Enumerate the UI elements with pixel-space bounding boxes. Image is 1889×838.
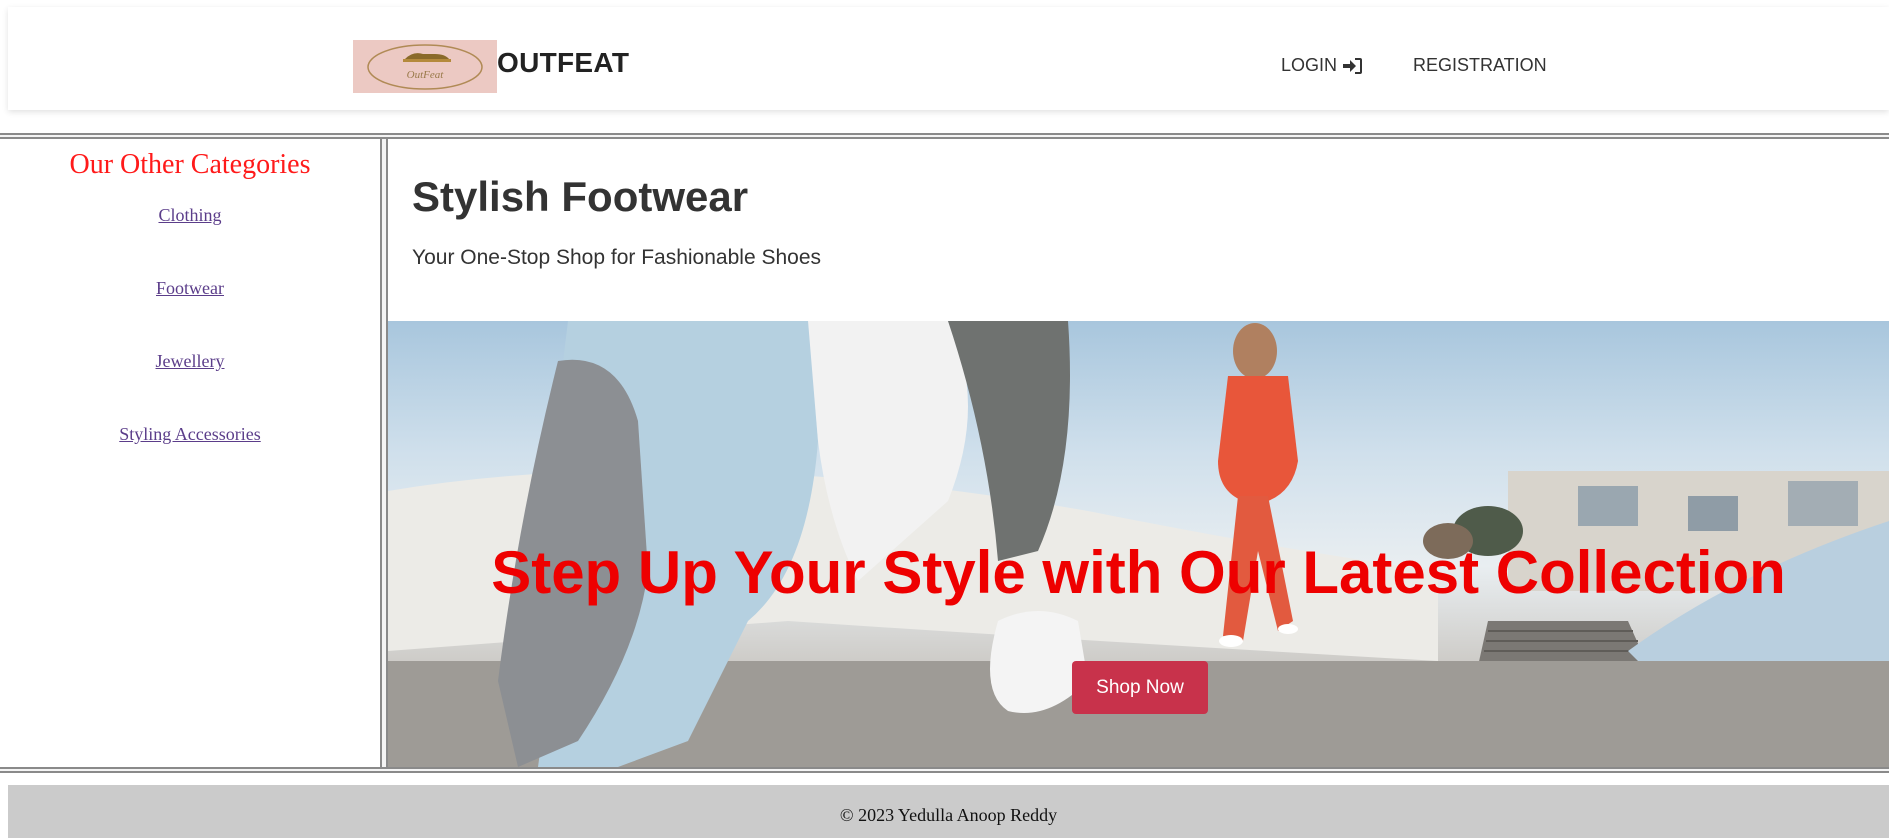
site-logo[interactable]: OutFeat	[353, 40, 497, 93]
copyright-text: © 2023 Yedulla Anoop Reddy	[839, 805, 1058, 825]
category-link-jewellery[interactable]: Jewellery	[0, 351, 380, 372]
site-header: OutFeat OUTFEAT LOGIN REGISTRATION	[8, 7, 1889, 110]
brand-name[interactable]: OUTFEAT	[497, 47, 629, 79]
footer-divider	[0, 767, 1889, 773]
page-subtitle: Your One-Stop Shop for Fashionable Shoes	[412, 246, 821, 269]
registration-link[interactable]: REGISTRATION	[1413, 55, 1547, 76]
login-link[interactable]: LOGIN	[1281, 55, 1363, 76]
hero-banner: Step Up Your Style with Our Latest Colle…	[388, 321, 1889, 767]
shop-now-button[interactable]: Shop Now	[1072, 661, 1208, 714]
category-link-footwear[interactable]: Footwear	[0, 278, 380, 299]
sidebar-divider	[380, 139, 388, 767]
page-title: Stylish Footwear	[412, 173, 749, 220]
main-content: Stylish Footwear Your One-Stop Shop for …	[388, 139, 1889, 767]
hero-heading: Step Up Your Style with Our Latest Colle…	[491, 539, 1786, 606]
login-label: LOGIN	[1281, 55, 1338, 75]
sign-in-icon	[1343, 57, 1363, 74]
shoe-logo-icon: OutFeat	[367, 43, 483, 90]
category-sidebar: Our Other Categories Clothing Footwear J…	[0, 139, 380, 767]
site-footer: © 2023 Yedulla Anoop Reddy	[8, 785, 1889, 838]
category-link-clothing[interactable]: Clothing	[0, 205, 380, 226]
category-link-styling-accessories[interactable]: Styling Accessories	[0, 424, 380, 445]
sidebar-title: Our Other Categories	[69, 149, 311, 180]
logo-text: OutFeat	[407, 69, 445, 81]
